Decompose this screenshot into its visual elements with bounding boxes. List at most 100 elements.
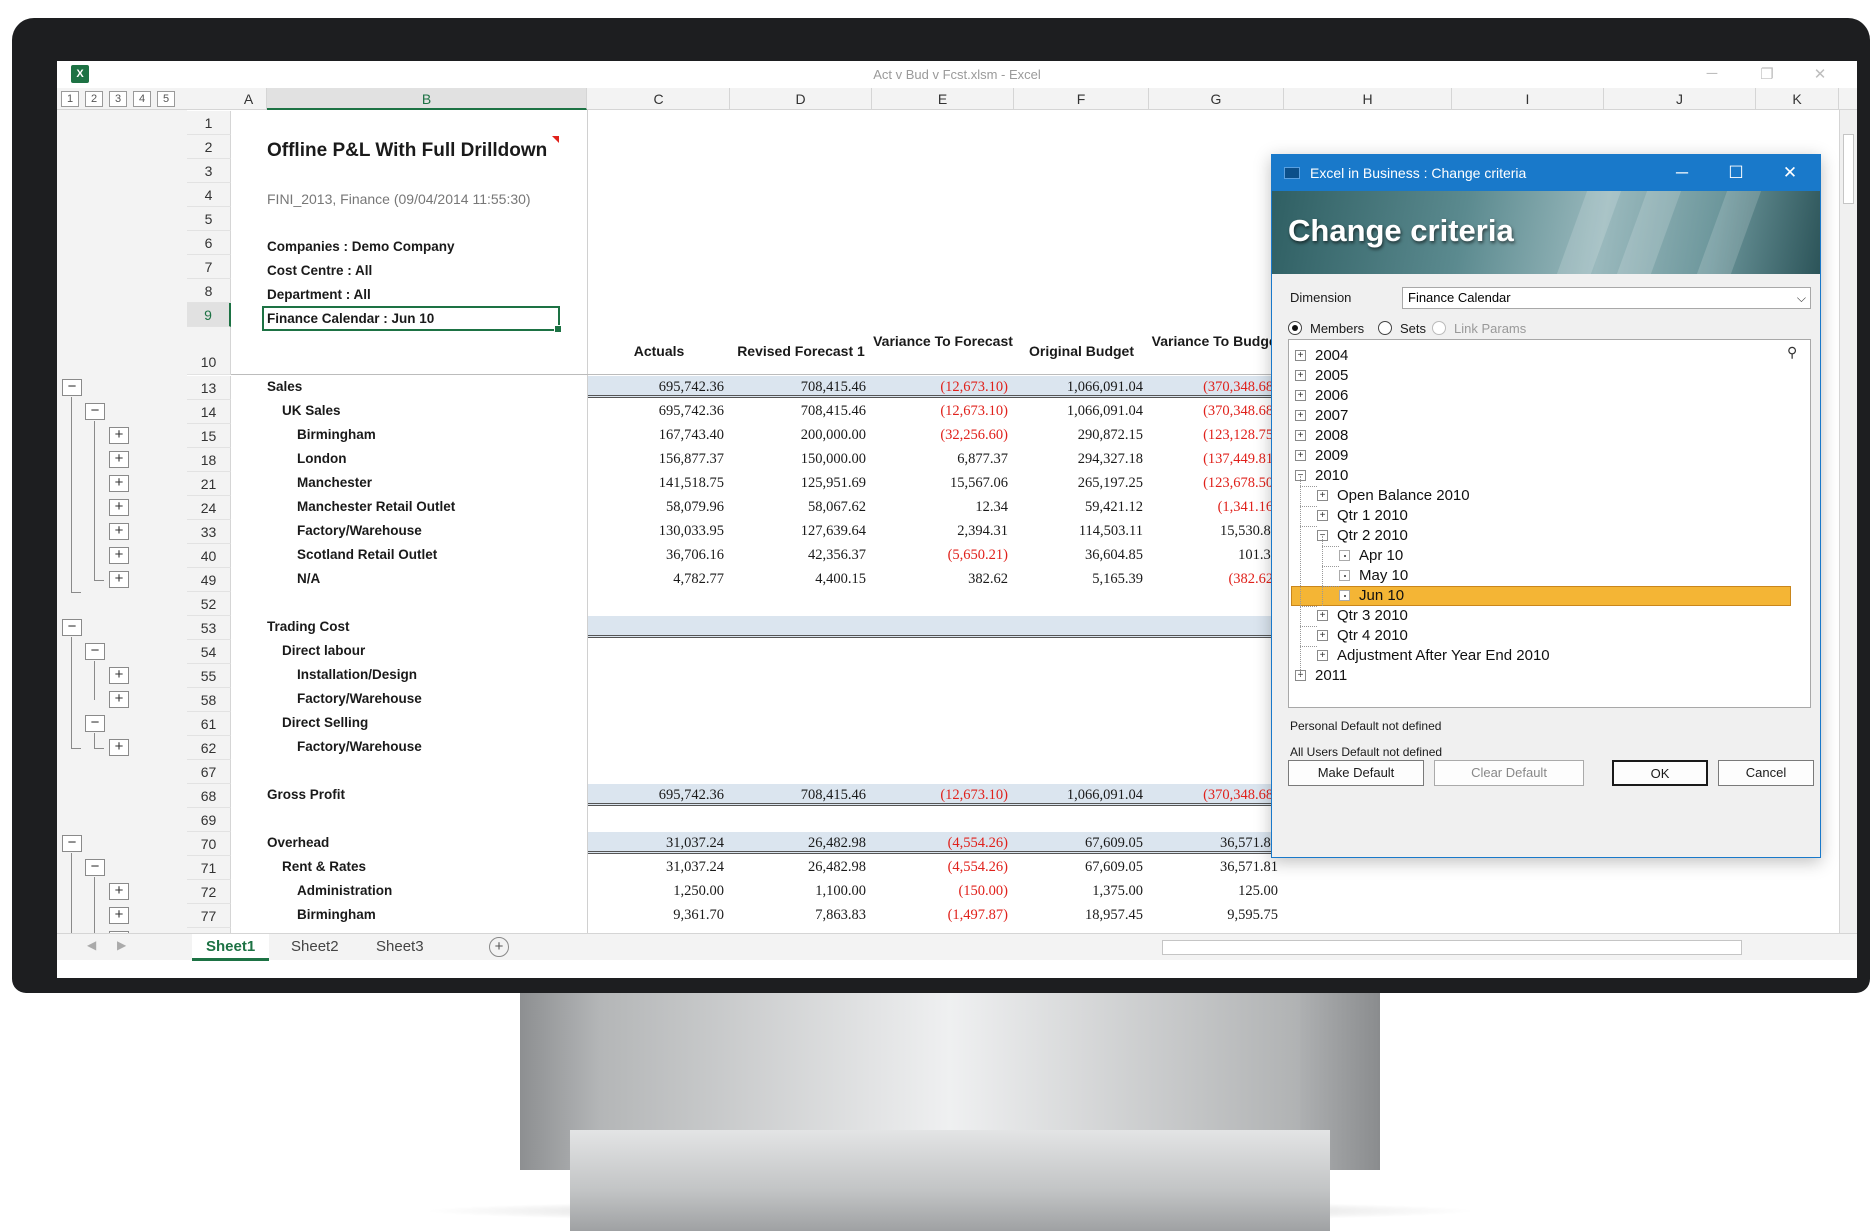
expand-node-icon[interactable]: + (1317, 650, 1328, 661)
expand-node-icon[interactable]: + (1295, 370, 1306, 381)
value-cell[interactable]: 156,877.37 (588, 451, 724, 468)
row-number[interactable]: 62 (187, 736, 231, 760)
value-cell[interactable]: (370,348.68) (1149, 787, 1278, 804)
row-label[interactable]: Direct Selling (282, 715, 368, 730)
outline-level-button[interactable]: 5 (157, 91, 175, 107)
row-number[interactable]: 72 (187, 880, 231, 904)
value-cell[interactable]: 18,957.45 (1014, 907, 1143, 924)
cancel-button[interactable]: Cancel (1718, 760, 1814, 786)
value-cell[interactable]: 67,609.05 (1014, 859, 1143, 876)
collapse-outline-icon[interactable]: − (85, 643, 105, 660)
expand-node-icon[interactable]: + (1295, 390, 1306, 401)
add-sheet-icon[interactable]: + (489, 937, 509, 957)
expand-outline-icon[interactable]: + (109, 667, 129, 684)
row-number[interactable]: 3 (187, 159, 231, 183)
value-cell[interactable]: 58,079.96 (588, 499, 724, 516)
outline-level-button[interactable]: 2 (85, 91, 103, 107)
horizontal-scrollbar[interactable] (1162, 940, 1742, 955)
tree-node[interactable]: Qtr 2 2010 (1337, 526, 1408, 546)
expand-outline-icon[interactable]: + (109, 475, 129, 492)
row-number[interactable]: 58 (187, 688, 231, 712)
minimize-icon[interactable]: ─ (1697, 65, 1727, 82)
value-cell[interactable]: 67,609.05 (1014, 835, 1143, 852)
value-cell[interactable]: 1,066,091.04 (1014, 379, 1143, 396)
row-number[interactable]: 1 (187, 111, 231, 135)
collapse-outline-icon[interactable]: − (85, 859, 105, 876)
column-header[interactable]: K (1756, 88, 1839, 110)
expand-node-icon[interactable]: + (1317, 610, 1328, 621)
expand-outline-icon[interactable]: + (109, 499, 129, 516)
collapse-outline-icon[interactable]: − (85, 715, 105, 732)
value-cell[interactable]: 101.31 (1149, 547, 1278, 564)
tree-node[interactable]: 2006 (1315, 386, 1348, 406)
value-cell[interactable]: 125.00 (1149, 883, 1278, 900)
value-cell[interactable]: 2,394.31 (872, 523, 1008, 540)
tree-node[interactable]: Qtr 3 2010 (1337, 606, 1408, 626)
expand-outline-icon[interactable]: + (109, 883, 129, 900)
row-number[interactable]: 14 (187, 400, 231, 424)
row-number[interactable]: 61 (187, 712, 231, 736)
row-label[interactable]: N/A (297, 571, 320, 586)
expand-outline-icon[interactable]: + (109, 907, 129, 924)
value-cell[interactable]: 1,100.00 (730, 883, 866, 900)
scroll-thumb[interactable] (1843, 134, 1854, 204)
value-cell[interactable]: (4,554.26) (872, 835, 1008, 852)
value-cell[interactable]: 58,067.62 (730, 499, 866, 516)
value-cell[interactable]: 5,165.39 (1014, 571, 1143, 588)
row-label[interactable]: Scotland Retail Outlet (297, 547, 437, 562)
value-cell[interactable]: (123,678.50) (1149, 475, 1278, 492)
value-cell[interactable]: 12.34 (872, 499, 1008, 516)
value-cell[interactable]: 125,951.69 (730, 475, 866, 492)
row-number[interactable]: 2 (187, 135, 231, 159)
row-number[interactable]: 54 (187, 640, 231, 664)
value-cell[interactable]: 4,782.77 (588, 571, 724, 588)
tab-sheet1[interactable]: Sheet1 (192, 934, 270, 961)
row-number[interactable]: 24 (187, 496, 231, 520)
row-number[interactable]: 8 (187, 279, 231, 303)
expand-node-icon[interactable]: + (1295, 350, 1306, 361)
column-header[interactable]: H (1284, 88, 1452, 110)
value-cell[interactable]: 695,742.36 (588, 403, 724, 420)
row-number[interactable]: 52 (187, 592, 231, 616)
row-label[interactable]: Factory/Warehouse (297, 523, 422, 538)
collapse-outline-icon[interactable]: − (62, 619, 82, 636)
value-cell[interactable]: 7,863.83 (730, 907, 866, 924)
value-cell[interactable]: 36,571.81 (1149, 835, 1278, 852)
expand-node-icon[interactable]: + (1317, 490, 1328, 501)
row-number[interactable]: 33 (187, 520, 231, 544)
row-label[interactable]: Sales (267, 379, 302, 394)
value-cell[interactable]: (12,673.10) (872, 787, 1008, 804)
expand-node-icon[interactable]: + (1317, 630, 1328, 641)
row-number[interactable]: 18 (187, 448, 231, 472)
dimension-select[interactable]: Finance Calendar ⌵ (1402, 287, 1811, 309)
row-label[interactable]: Trading Cost (267, 619, 350, 634)
criteria-line[interactable]: Cost Centre : All (267, 263, 372, 278)
value-cell[interactable]: (1,341.16) (1149, 499, 1278, 516)
value-cell[interactable]: 708,415.46 (730, 379, 866, 396)
value-cell[interactable]: 130,033.95 (588, 523, 724, 540)
row-number[interactable]: 69 (187, 808, 231, 832)
tree-node[interactable]: Qtr 1 2010 (1337, 506, 1408, 526)
row-label[interactable]: Manchester (297, 475, 372, 490)
tab-scroll-left-icon[interactable]: ◀ (87, 938, 96, 952)
expand-outline-icon[interactable]: + (109, 547, 129, 564)
dialog-maximize-icon[interactable]: ☐ (1714, 155, 1758, 191)
tree-node[interactable]: 2011 (1315, 666, 1347, 686)
value-cell[interactable]: 4,400.15 (730, 571, 866, 588)
row-number[interactable]: 55 (187, 664, 231, 688)
row-number[interactable]: 9 (187, 303, 231, 327)
criteria-line[interactable]: Department : All (267, 287, 371, 302)
value-cell[interactable]: (1,497.87) (872, 907, 1008, 924)
outline-level-button[interactable]: 4 (133, 91, 151, 107)
value-cell[interactable]: (123,128.75) (1149, 427, 1278, 444)
value-cell[interactable]: 36,604.85 (1014, 547, 1143, 564)
link-params-radio[interactable] (1432, 321, 1446, 335)
value-cell[interactable]: (12,673.10) (872, 403, 1008, 420)
column-header[interactable]: A (231, 88, 267, 110)
row-number[interactable]: 49 (187, 568, 231, 592)
row-number[interactable]: 10 (187, 327, 231, 375)
value-cell[interactable]: (370,348.68) (1149, 379, 1278, 396)
expand-outline-icon[interactable]: + (109, 571, 129, 588)
row-label[interactable]: Birmingham (297, 427, 376, 442)
column-header[interactable]: G (1149, 88, 1284, 110)
